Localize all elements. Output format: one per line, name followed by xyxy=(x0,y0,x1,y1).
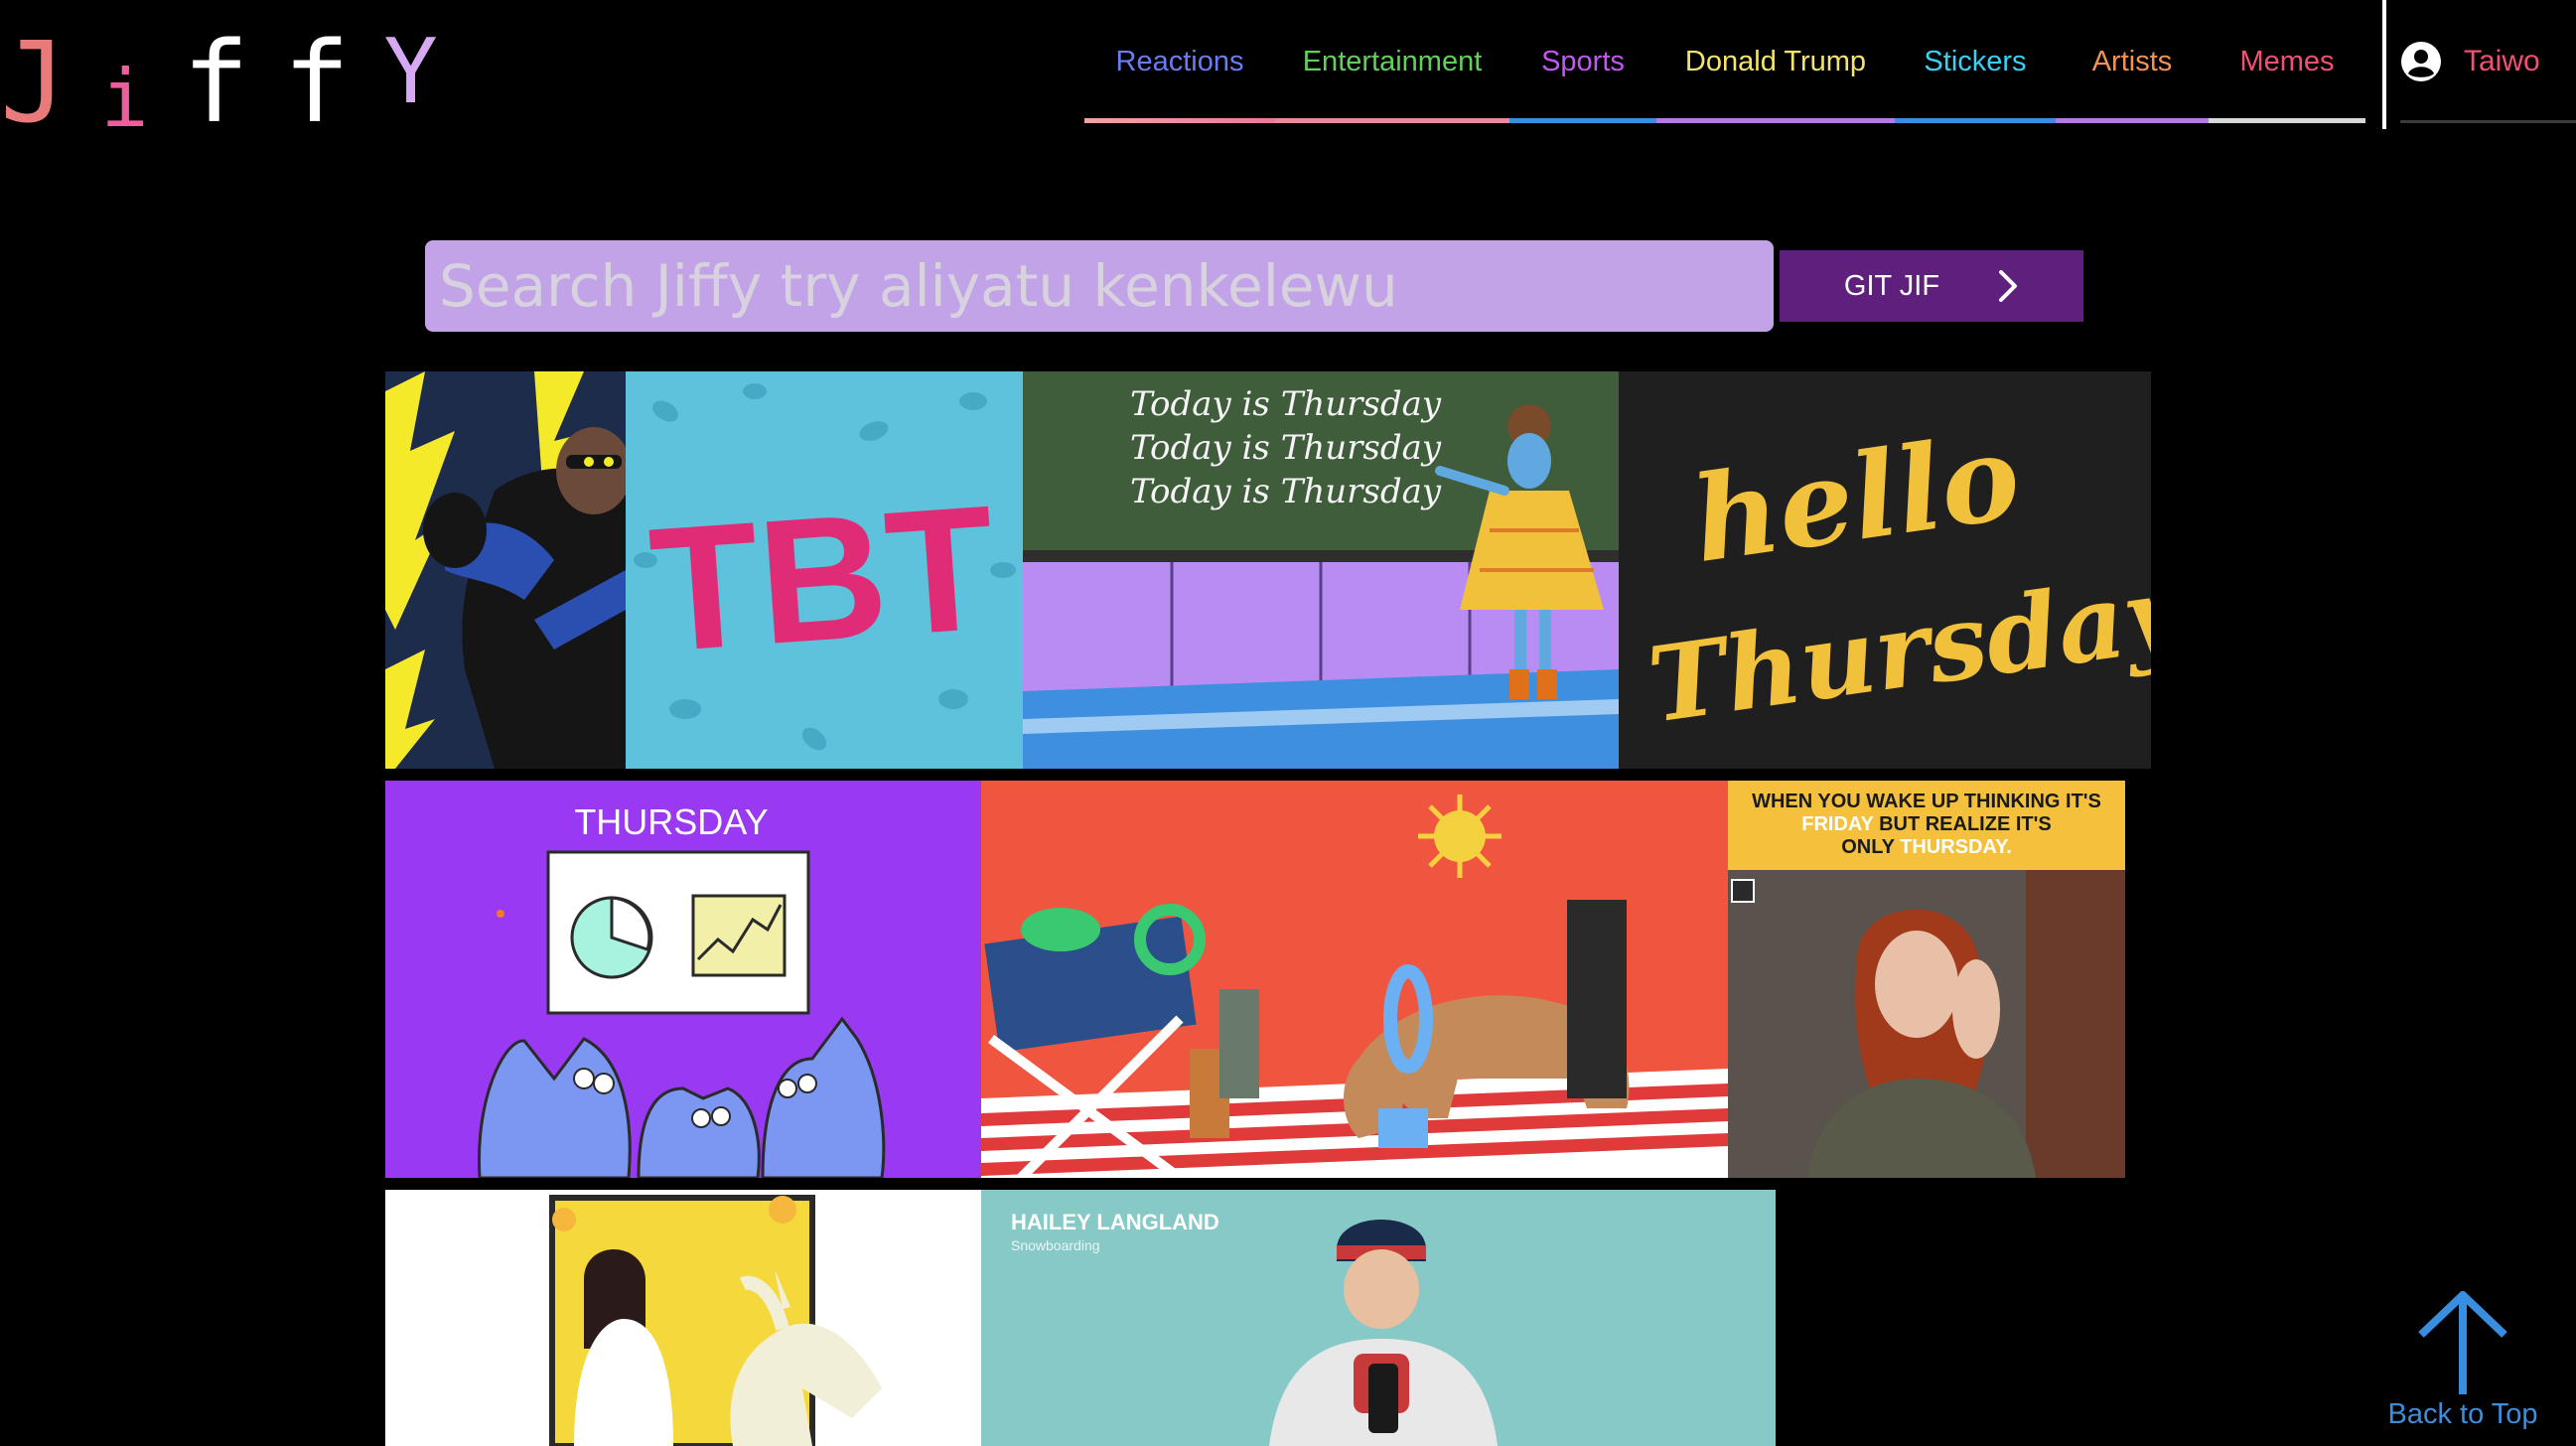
gif-image: TBT xyxy=(634,383,1016,751)
nav-item-underline xyxy=(1895,118,2056,123)
nav-item-artists[interactable]: Artists xyxy=(2056,0,2209,123)
user-name: Taiwo xyxy=(2464,45,2540,77)
nav-item-label: Memes xyxy=(2239,45,2335,77)
back-to-top-button[interactable]: Back to Top xyxy=(2379,1291,2546,1440)
gif-image xyxy=(385,371,626,769)
logo-letter: f xyxy=(182,19,250,148)
logo-letter: J xyxy=(0,19,68,148)
gif-text: Today is Thursday xyxy=(1130,428,1442,468)
nav-item-label: Artists xyxy=(2091,45,2173,77)
chevron-right-icon xyxy=(1999,270,2018,302)
gif-text: TBT xyxy=(644,468,1001,689)
gif-image: hello Thursday xyxy=(1642,407,2151,747)
logo-letter: i xyxy=(100,53,149,145)
nav-item-reactions[interactable]: Reactions xyxy=(1084,0,1275,123)
gif-hailey-langland[interactable]: HAILEY LANGLAND Snowboarding xyxy=(981,1190,1776,1446)
gif-tbt[interactable]: TBT xyxy=(626,371,1023,769)
nav-divider xyxy=(2382,0,2386,129)
gif-image: Today is Thursday Today is Thursday Toda… xyxy=(1023,384,1619,769)
nav-item-memes[interactable]: Memes xyxy=(2209,0,2365,123)
gif-thursday-cats[interactable]: THURSDAY xyxy=(385,781,981,1178)
nav-item-underline xyxy=(1275,118,1509,123)
svg-text:hello: hello xyxy=(1684,407,2027,589)
gif-text: Today is Thursday xyxy=(1130,384,1442,424)
logo-letter: f xyxy=(283,19,351,148)
nav-item-underline xyxy=(2056,118,2209,123)
nav-item-label: Entertainment xyxy=(1302,45,1483,77)
nav-item-underline xyxy=(1509,118,1656,123)
git-jif-label: GIT JIF xyxy=(1843,269,1940,302)
back-to-top-label: Back to Top xyxy=(2387,1398,2538,1430)
nav-item-underline xyxy=(1656,118,1895,123)
nav-item-stickers[interactable]: Stickers xyxy=(1895,0,2056,123)
nav-item-entertainment[interactable]: Entertainment xyxy=(1275,0,1509,123)
user-underline xyxy=(2400,120,2576,123)
jiffy-logo[interactable]: J i f f Y xyxy=(0,19,438,148)
search-input[interactable] xyxy=(425,240,1774,332)
main-nav: Reactions Entertainment Sports Donald Tr… xyxy=(1084,0,2365,123)
nav-item-label: Sports xyxy=(1541,45,1625,77)
gif-text: Today is Thursday xyxy=(1130,472,1442,511)
gif-dog-beach[interactable] xyxy=(981,781,1728,1178)
nav-item-underline xyxy=(2209,118,2365,123)
gif-friday-thursday[interactable]: WHEN YOU WAKE UP THINKING IT'S FRIDAY BU… xyxy=(1728,781,2125,1178)
gif-black-lightning[interactable] xyxy=(385,371,626,769)
nav-item-label: Donald Trump xyxy=(1684,45,1867,77)
nav-item-label: Stickers xyxy=(1924,45,2027,77)
gif-text: THURSDAY xyxy=(574,801,768,842)
gif-image: THURSDAY xyxy=(477,801,886,1178)
gif-image xyxy=(1269,1220,1498,1446)
logo-letter: Y xyxy=(383,20,438,124)
user-circle-icon xyxy=(2401,42,2441,81)
git-jif-button[interactable]: GIT JIF xyxy=(1780,250,2083,322)
gif-image xyxy=(549,1195,882,1446)
gif-unicorn[interactable] xyxy=(385,1190,981,1446)
user-menu[interactable]: Taiwo xyxy=(2400,0,2576,123)
gif-today-is-thursday[interactable]: Today is Thursday Today is Thursday Toda… xyxy=(1023,371,1619,769)
nav-item-underline xyxy=(1084,118,1275,123)
nav-item-sports[interactable]: Sports xyxy=(1509,0,1656,123)
gif-hello-thursday[interactable]: hello Thursday xyxy=(1619,371,2151,769)
gif-image xyxy=(981,795,1728,1178)
gif-image xyxy=(1728,870,2125,1178)
arrow-up-icon xyxy=(2418,1291,2507,1394)
nav-item-donald-trump[interactable]: Donald Trump xyxy=(1656,0,1895,123)
nav-item-label: Reactions xyxy=(1115,45,1244,77)
